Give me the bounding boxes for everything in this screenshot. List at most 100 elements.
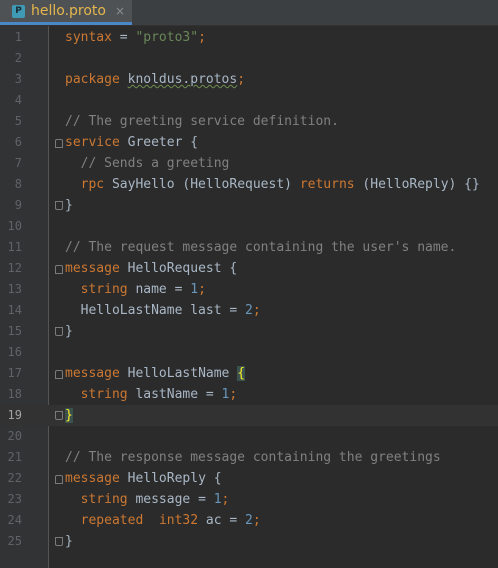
code-token: message [65,261,120,276]
code-line[interactable]: 12 message HelloRequest { [0,258,498,279]
code-token: ac = [198,513,246,528]
code-editor[interactable]: 1 syntax = "proto3"; 2 3 package knoldus.pro… [0,26,498,568]
code-text: message HelloRequest { [65,258,237,279]
fold-open-icon[interactable] [55,370,63,379]
code-token: lastName = [127,387,222,402]
close-icon[interactable]: × [115,0,125,24]
code-token: package [65,72,120,87]
tab-hello-proto[interactable]: P hello.proto × [0,0,132,25]
code-token: SayHello (HelloRequest) [104,177,300,192]
code-token: ; [198,282,206,297]
code-token: 1 [213,492,222,507]
code-token: // The request message containing the us… [65,240,457,255]
code-text: } [65,321,73,342]
code-text: string lastName = 1; [65,384,238,405]
code-line[interactable]: 18 string lastName = 1; [0,384,498,405]
code-token: ; [221,492,230,507]
code-token: string [80,282,128,297]
code-line[interactable]: 6 service Greeter { [0,132,498,153]
fold-end-icon[interactable] [55,327,63,336]
code-token: message [65,471,120,486]
code-text: // Sends a greeting [65,153,230,174]
code-token: ; [252,513,261,528]
code-token: repeated [80,513,144,528]
code-line[interactable]: 8 rpc SayHello (HelloRequest) returns (H… [0,174,498,195]
fold-end-icon[interactable] [55,537,63,546]
code-token: } [65,198,73,213]
code-token: // The response message containing the g… [65,450,441,465]
code-text: } [65,405,73,426]
code-line[interactable]: 10 [0,216,498,237]
code-line[interactable]: 16 [0,342,498,363]
line-number: 13 [7,282,22,296]
line-number: 14 [7,303,22,317]
line-number: 5 [14,114,22,128]
code-text: string message = 1; [65,489,230,510]
code-line[interactable]: 2 [0,48,498,69]
line-number: 18 [7,387,22,401]
code-line[interactable]: 20 [0,426,498,447]
line-number: 8 [14,177,22,191]
fold-end-icon[interactable] [55,201,63,210]
line-number: 21 [7,450,22,464]
code-token: string [80,387,128,402]
line-number: 22 [7,471,22,485]
code-token: } [65,408,73,423]
code-token: message = [127,492,214,507]
fold-open-icon[interactable] [55,139,63,148]
code-token: } [65,534,73,549]
code-line[interactable]: 13 string name = 1; [0,279,498,300]
code-token: } [65,324,73,339]
code-line[interactable]: 9} [0,195,498,216]
code-token: HelloRequest { [119,261,238,276]
code-token: ; [237,72,246,87]
code-line[interactable]: 17 message HelloLastName { [0,363,498,384]
code-token: 2 [245,303,253,318]
code-token: "proto3" [135,30,199,45]
line-number: 7 [14,156,22,170]
line-number: 3 [14,72,22,86]
line-number: 20 [7,429,22,443]
code-line[interactable]: 14 HelloLastName last = 2; [0,300,498,321]
code-line[interactable]: 5 // The greeting service definition. [0,111,498,132]
fold-end-icon[interactable] [55,411,63,420]
code-line[interactable]: 4 [0,90,498,111]
tab-label: hello.proto [31,2,106,19]
code-text: message HelloReply { [65,468,222,489]
code-text: repeated int32 ac = 2; [65,510,261,531]
code-token: string [80,492,128,507]
code-token: (HelloReply) {} [354,177,480,192]
code-line[interactable]: 24 repeated int32 ac = 2; [0,510,498,531]
code-line[interactable]: 11 // The request message containing the … [0,237,498,258]
code-token: service [65,135,120,150]
fold-open-icon[interactable] [55,475,63,484]
code-line[interactable]: 25} [0,531,498,552]
line-number: 6 [14,135,22,149]
code-token: = [111,30,136,45]
code-line[interactable]: 21 // The response message containing the… [0,447,498,468]
code-line[interactable]: 1 syntax = "proto3"; [0,27,498,48]
code-text: message HelloLastName { [65,363,246,384]
code-line[interactable]: 22 message HelloReply { [0,468,498,489]
line-number: 11 [7,240,22,254]
line-number: 23 [7,492,22,506]
code-line[interactable]: 7 // Sends a greeting [0,153,498,174]
code-token: Greeter { [119,135,199,150]
code-token: 1 [190,282,199,297]
code-line[interactable]: 23 string message = 1; [0,489,498,510]
code-token: // The greeting service definition. [65,114,339,129]
code-text: rpc SayHello (HelloRequest) returns (Hel… [65,174,480,195]
code-line[interactable]: 15} [0,321,498,342]
code-token: name = [127,282,191,297]
fold-open-icon[interactable] [55,265,63,274]
code-line[interactable]: 19} [0,405,498,426]
code-line[interactable]: 3 package knoldus.protos; [0,69,498,90]
code-token: ; [229,387,238,402]
code-text: syntax = "proto3"; [65,27,206,48]
